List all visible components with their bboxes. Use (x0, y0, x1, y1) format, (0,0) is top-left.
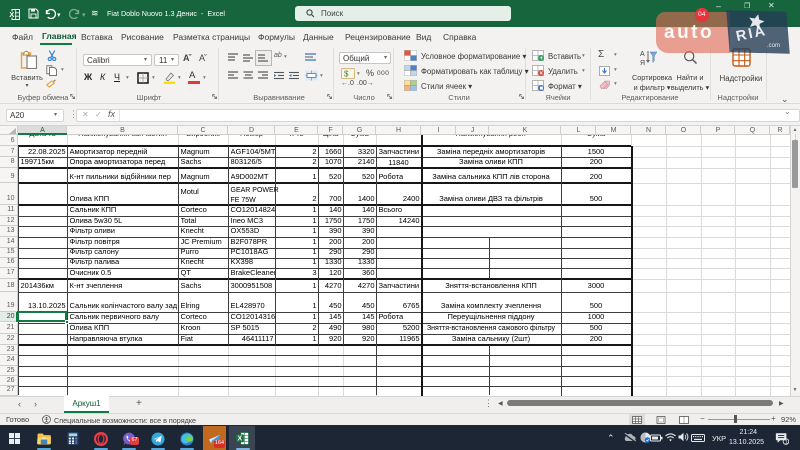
svg-text:+: + (540, 56, 544, 61)
svg-text:Я: Я (640, 60, 645, 66)
svg-text:А: А (640, 51, 645, 58)
svg-text:×: × (540, 71, 544, 76)
svg-text:X: X (9, 10, 14, 19)
svg-text:1: 1 (785, 440, 788, 445)
svg-text:X: X (237, 435, 242, 442)
svg-text:■: ■ (540, 86, 544, 91)
svg-text:$: $ (344, 70, 349, 79)
